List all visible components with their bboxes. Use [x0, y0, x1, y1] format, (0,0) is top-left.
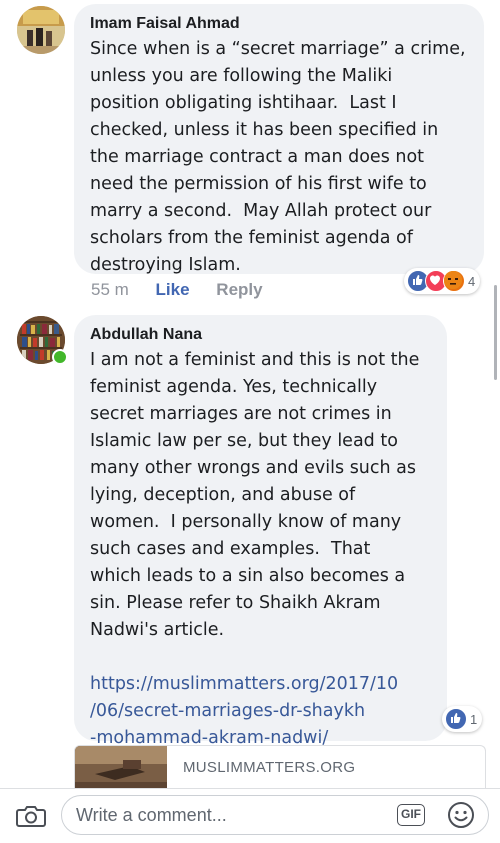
scrollbar[interactable] — [494, 285, 497, 380]
comment-input[interactable] — [76, 803, 386, 827]
angry-icon — [443, 270, 465, 292]
comment-actions: 55 m Like Reply — [91, 280, 263, 300]
comment-composer: GIF — [0, 788, 500, 843]
link-preview-card[interactable]: MUSLIMMATTERS.ORG — [74, 745, 486, 791]
comment-bubble: Imam Faisal Ahmad Since when is a “secre… — [74, 4, 484, 275]
link-preview-image — [75, 746, 167, 791]
comment-author[interactable]: Imam Faisal Ahmad — [90, 14, 468, 34]
link-preview-domain: MUSLIMMATTERS.ORG — [183, 759, 356, 776]
like-button[interactable]: Like — [156, 280, 190, 299]
emoji-icon[interactable] — [447, 801, 475, 829]
avatar-imam-faisal-ahmad[interactable] — [17, 6, 65, 54]
reaction-summary[interactable]: 4 — [404, 268, 481, 294]
comment-author[interactable]: Abdullah Nana — [90, 325, 431, 345]
reaction-count: 4 — [468, 273, 476, 289]
reply-button[interactable]: Reply — [216, 280, 262, 299]
gif-button[interactable]: GIF — [397, 804, 425, 826]
comment-input-container[interactable]: GIF — [61, 795, 489, 835]
comment-text: I am not a feminist and this is not the … — [90, 350, 420, 640]
reaction-summary[interactable]: 1 — [442, 706, 483, 732]
comment-bubble: Abdullah Nana I am not a feminist and th… — [74, 315, 447, 748]
reaction-count: 1 — [470, 711, 478, 727]
comment-timestamp[interactable]: 55 m — [91, 280, 129, 299]
online-status-indicator — [52, 349, 68, 365]
camera-icon[interactable] — [16, 803, 46, 829]
article-link[interactable]: https://muslimmatters.org/2017/10 /06/se… — [90, 671, 431, 752]
like-icon — [445, 708, 467, 730]
comment-text: Since when is a “secret marriage” a crim… — [90, 39, 466, 275]
